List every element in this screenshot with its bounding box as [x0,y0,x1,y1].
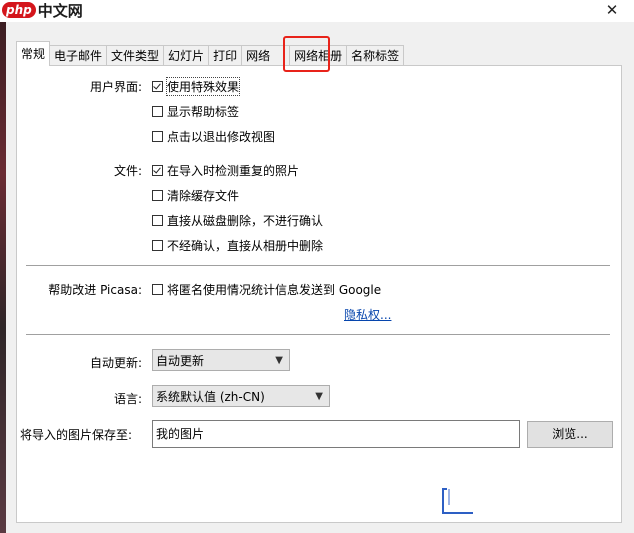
section-divider [26,265,610,266]
network-tab-highlight [283,36,330,72]
tab-name-tags[interactable]: 名称标签 [346,45,405,66]
language-select[interactable]: 系统默认值 (zh-CN) ▼ [152,385,330,407]
background-strip [0,20,6,533]
logo-text: 中文网 [37,1,83,20]
checkbox-detect-duplicates[interactable]: 在导入时检测重复的照片 [152,162,299,179]
checkbox-box[interactable] [152,131,163,142]
checkbox-box[interactable] [152,190,163,201]
checkbox-label: 在导入时检测重复的照片 [167,164,300,178]
auto-update-select[interactable]: 自动更新 ▼ [152,349,290,371]
checkbox-box[interactable] [152,240,163,251]
save-location-label: 将导入的图片保存至: [20,428,133,442]
tab-email[interactable]: 电子邮件 [49,45,108,66]
checkbox-label: 不经确认，直接从相册中删除 [167,239,324,253]
save-location-field[interactable]: 我的图片 [152,420,520,448]
checkbox-box[interactable] [152,165,163,176]
file-section-label: 文件: [113,164,142,178]
checkbox-send-stats[interactable]: 将匿名使用情况统计信息发送到 Google [152,281,381,298]
language-value: 系统默认值 (zh-CN) [156,389,265,404]
titlebar: php 中文网 ✕ [0,0,634,22]
chevron-down-icon: ▼ [275,355,283,366]
tab-file-types[interactable]: 文件类型 [106,45,165,66]
checkbox-delete-from-disk[interactable]: 直接从磁盘删除，不进行确认 [152,212,323,229]
checkbox-label: 使用特殊效果 [165,77,241,96]
checkbox-box[interactable] [152,215,163,226]
tab-print[interactable]: 打印 [208,45,243,66]
checkbox-show-help-tags[interactable]: 显示帮助标签 [152,103,239,120]
auto-update-value: 自动更新 [156,353,205,368]
bracket-decoration [442,488,473,514]
tab-general[interactable]: 常规 [16,41,51,66]
tab-bar: 常规 电子邮件 文件类型 幻灯片 打印 网络 网络相册 名称标签 [16,41,405,66]
checkbox-click-exit-edit[interactable]: 点击以退出修改视图 [152,128,275,145]
section-divider [26,334,610,335]
checkbox-label: 显示帮助标签 [167,105,240,119]
checkbox-special-effects[interactable]: 使用特殊效果 [152,77,241,96]
checkbox-box[interactable] [152,106,163,117]
language-label: 语言: [113,392,142,406]
site-logo: php 中文网 [2,1,83,20]
checkbox-box[interactable] [152,81,163,92]
close-icon[interactable]: ✕ [604,2,620,18]
chevron-down-icon: ▼ [315,391,323,402]
checkbox-label: 清除缓存文件 [167,189,240,203]
checkbox-label: 直接从磁盘删除，不进行确认 [167,214,324,228]
tab-slideshow[interactable]: 幻灯片 [163,45,210,66]
privacy-link[interactable]: 隐私权... [344,306,391,323]
checkbox-clear-cache[interactable]: 清除缓存文件 [152,187,239,204]
help-section-label: 帮助改进 Picasa: [48,283,142,297]
ui-section-label: 用户界面: [89,80,142,94]
logo-badge: php [2,2,36,18]
browse-button[interactable]: 浏览... [527,421,613,448]
auto-update-label: 自动更新: [89,356,142,370]
checkbox-box[interactable] [152,284,163,295]
checkbox-label: 点击以退出修改视图 [167,130,276,144]
checkbox-delete-from-album[interactable]: 不经确认，直接从相册中删除 [152,237,323,254]
preferences-window: php 中文网 ✕ 常规 电子邮件 文件类型 幻灯片 打印 网络 网络相册 名称… [0,0,634,533]
checkbox-label: 将匿名使用情况统计信息发送到 Google [167,283,382,297]
